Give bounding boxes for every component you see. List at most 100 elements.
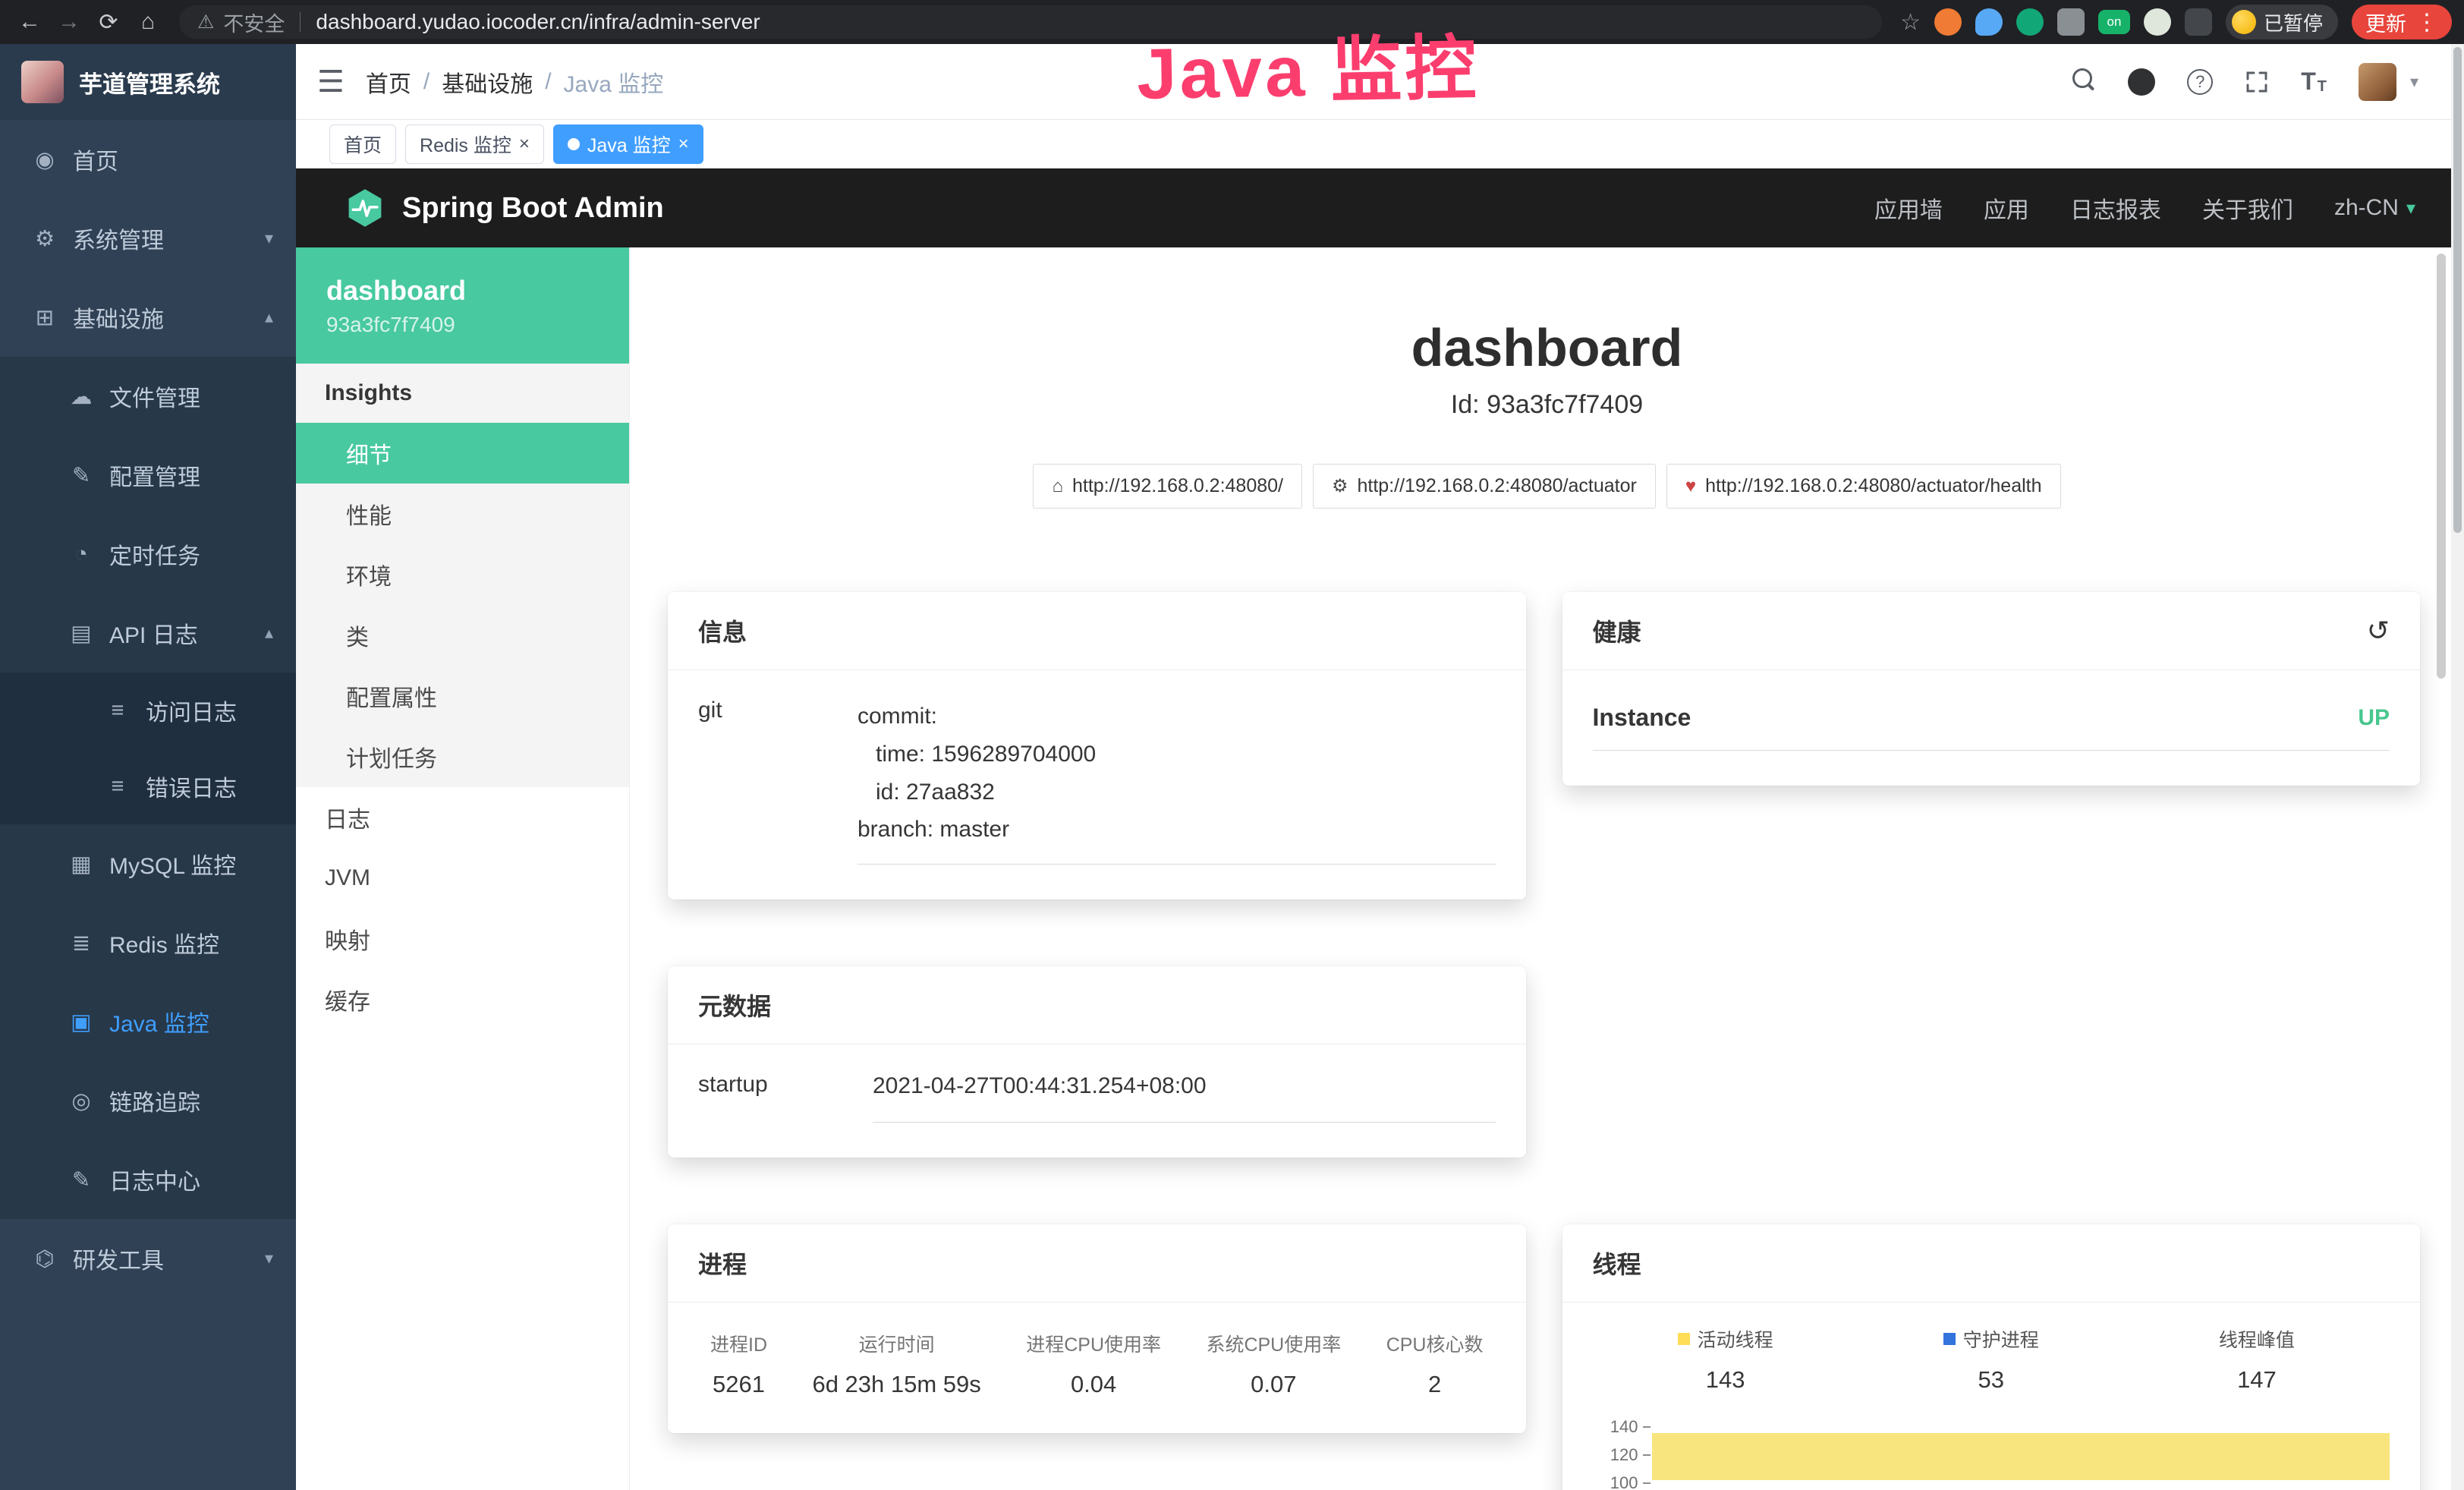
active-tab-dot: [568, 138, 580, 150]
page-title: dashboard: [630, 317, 2464, 378]
sba-item-classes[interactable]: 类: [296, 605, 629, 666]
extension-icon-blue-drop[interactable]: [1975, 8, 2003, 36]
sidebar-item-system-mgmt[interactable]: ⚙ 系统管理 ▾: [0, 199, 296, 278]
app-frame: 芋道管理系统 ◉ 首页 ⚙ 系统管理 ▾ ⊞ 基础设施 ▴ ☁ 文件管理 ✎ 配…: [0, 44, 2464, 1490]
sba-nav-journal[interactable]: 日志报表: [2070, 191, 2161, 225]
sba-brand[interactable]: Spring Boot Admin: [345, 187, 664, 228]
fullscreen-icon[interactable]: [2245, 70, 2269, 94]
sba-nav-wallboard[interactable]: 应用墙: [1874, 191, 1943, 225]
page-subtitle: Id: 93a3fc7f7409: [630, 390, 2464, 420]
tab-home[interactable]: 首页: [329, 124, 396, 164]
hamburger-icon[interactable]: ☰: [296, 65, 366, 99]
sba-item-logs[interactable]: 日志: [296, 787, 629, 848]
sidebar-item-log-center[interactable]: ✎ 日志中心: [0, 1140, 296, 1219]
app-logo[interactable]: 芋道管理系统: [0, 44, 296, 120]
url-text[interactable]: dashboard.yudao.iocoder.cn/infra/admin-s…: [316, 10, 760, 34]
history-icon[interactable]: ↺: [2367, 615, 2390, 647]
sba-item-config-props[interactable]: 配置属性: [296, 666, 629, 726]
extension-icon-leaf[interactable]: [2144, 8, 2171, 36]
sba-item-environment[interactable]: 环境: [296, 544, 629, 605]
forward-icon[interactable]: →: [52, 5, 87, 39]
tab-java-monitor[interactable]: Java 监控 ×: [553, 124, 703, 164]
address-divider: [300, 12, 301, 32]
app-title: 芋道管理系统: [79, 65, 220, 99]
update-button[interactable]: 更新 ⋮: [2352, 5, 2452, 39]
extension-icon-gray[interactable]: [2057, 8, 2085, 36]
sidebar-item-mysql-monitor[interactable]: ▦ MySQL 监控: [0, 824, 296, 903]
close-icon[interactable]: ×: [678, 134, 689, 155]
health-url-link[interactable]: ♥ http://192.168.0.2:48080/actuator/heal…: [1666, 464, 2061, 509]
sba-item-mappings[interactable]: 映射: [296, 909, 629, 969]
dashboard-icon: ◉: [29, 146, 61, 173]
extension-icon-on-switch[interactable]: on: [2098, 10, 2130, 34]
sidebar-item-trace[interactable]: ◎ 链路追踪: [0, 1061, 296, 1140]
annotation-java-monitor: Java 监控: [1136, 11, 1481, 120]
sba-nav-applications[interactable]: 应用: [1984, 191, 2029, 225]
sidebar-item-error-log[interactable]: ≡ 错误日志: [0, 748, 296, 824]
git-time-line: time: 1596289704000: [858, 736, 1496, 773]
address-bar[interactable]: ⚠ 不安全 dashboard.yudao.iocoder.cn/infra/a…: [179, 5, 1882, 39]
locale-selector[interactable]: zh-CN ▾: [2334, 195, 2415, 221]
sidebar-item-infrastructure[interactable]: ⊞ 基础设施 ▴: [0, 278, 296, 357]
avatar-caret-icon[interactable]: ▾: [2410, 72, 2418, 92]
stat-label: 进程CPU使用率: [1026, 1330, 1161, 1357]
github-icon[interactable]: [2128, 68, 2155, 96]
extension-icon-green[interactable]: [2016, 8, 2044, 36]
health-instance-label[interactable]: Instance: [1593, 704, 1691, 732]
actuator-url-link[interactable]: ⚙ http://192.168.0.2:48080/actuator: [1313, 464, 1656, 509]
update-label: 更新: [2365, 8, 2406, 37]
close-icon[interactable]: ×: [519, 134, 530, 155]
sidebar-item-access-log[interactable]: ≡ 访问日志: [0, 673, 296, 748]
scrollbar-thumb[interactable]: [2453, 47, 2462, 533]
sidebar-item-home[interactable]: ◉ 首页: [0, 120, 296, 199]
metadata-value: 2021-04-27T00:44:31.254+08:00: [873, 1072, 1496, 1123]
sidebar-item-label: Redis 监控: [109, 926, 219, 959]
sba-item-jvm[interactable]: JVM: [296, 848, 629, 909]
extension-icon-dark[interactable]: [2185, 8, 2212, 36]
home-icon[interactable]: ⌂: [131, 5, 165, 39]
security-warning-icon: ⚠: [197, 11, 214, 33]
sidebar-item-api-log[interactable]: ▤ API 日志 ▴: [0, 594, 296, 673]
sba-item-caches[interactable]: 缓存: [296, 969, 629, 1030]
avatar[interactable]: [2359, 63, 2396, 101]
service-url-link[interactable]: ⌂ http://192.168.0.2:48080/: [1033, 464, 1302, 509]
process-card-title: 进程: [698, 1246, 747, 1281]
help-icon[interactable]: ?: [2187, 69, 2213, 95]
scrollbar[interactable]: [2451, 44, 2464, 1490]
sidebar-item-redis-monitor[interactable]: ≣ Redis 监控: [0, 903, 296, 982]
sidebar-item-scheduled-tasks[interactable]: ◔ 定时任务: [0, 515, 296, 594]
bookmark-star-icon[interactable]: ☆: [1900, 9, 1921, 36]
chevron-up-icon: ▴: [265, 623, 273, 643]
legend-value: 53: [1858, 1366, 2124, 1394]
sidebar-item-file-mgmt[interactable]: ☁ 文件管理: [0, 357, 296, 436]
security-label[interactable]: 不安全: [223, 8, 285, 37]
sba-item-scheduled[interactable]: 计划任务: [296, 726, 629, 787]
extension-icon-orange[interactable]: [1934, 8, 1962, 36]
content-scrollbar[interactable]: [2437, 254, 2446, 679]
tab-redis-monitor[interactable]: Redis 监控 ×: [405, 124, 544, 164]
service-url-text: http://192.168.0.2:48080/: [1072, 475, 1283, 497]
breadcrumb-infrastructure[interactable]: 基础设施: [442, 65, 533, 99]
reload-icon[interactable]: ⟳: [91, 5, 126, 39]
profile-chip[interactable]: 已暂停: [2226, 5, 2338, 39]
sidebar-item-dev-tools[interactable]: ⌬ 研发工具 ▾: [0, 1219, 296, 1298]
locale-label: zh-CN: [2334, 195, 2399, 221]
back-icon[interactable]: ←: [12, 5, 47, 39]
sidebar-item-config-mgmt[interactable]: ✎ 配置管理: [0, 436, 296, 515]
process-stat-sys-cpu: 系统CPU使用率 0.07: [1206, 1330, 1341, 1398]
browser-menu-icon[interactable]: ⋮: [2415, 9, 2438, 36]
sba-item-details[interactable]: 细节: [296, 423, 629, 484]
search-icon[interactable]: [2072, 68, 2096, 96]
sba-item-metrics[interactable]: 性能: [296, 484, 629, 544]
schedule-icon: ◔: [65, 542, 97, 567]
sidebar-item-java-monitor[interactable]: ▣ Java 监控: [0, 982, 296, 1061]
font-size-icon[interactable]: TT: [2301, 68, 2327, 96]
legend-label: 守护进程: [1963, 1325, 2039, 1353]
sba-nav-about[interactable]: 关于我们: [2202, 191, 2293, 225]
breadcrumb-home[interactable]: 首页: [366, 65, 411, 99]
legend-value: 143: [1593, 1366, 1858, 1394]
process-stat-pid: 进程ID 5261: [710, 1330, 767, 1398]
threads-chart-plot: [1652, 1413, 2390, 1490]
process-stat-uptime: 运行时间 6d 23h 15m 59s: [812, 1330, 980, 1398]
instance-header[interactable]: dashboard 93a3fc7f7409: [296, 247, 629, 364]
